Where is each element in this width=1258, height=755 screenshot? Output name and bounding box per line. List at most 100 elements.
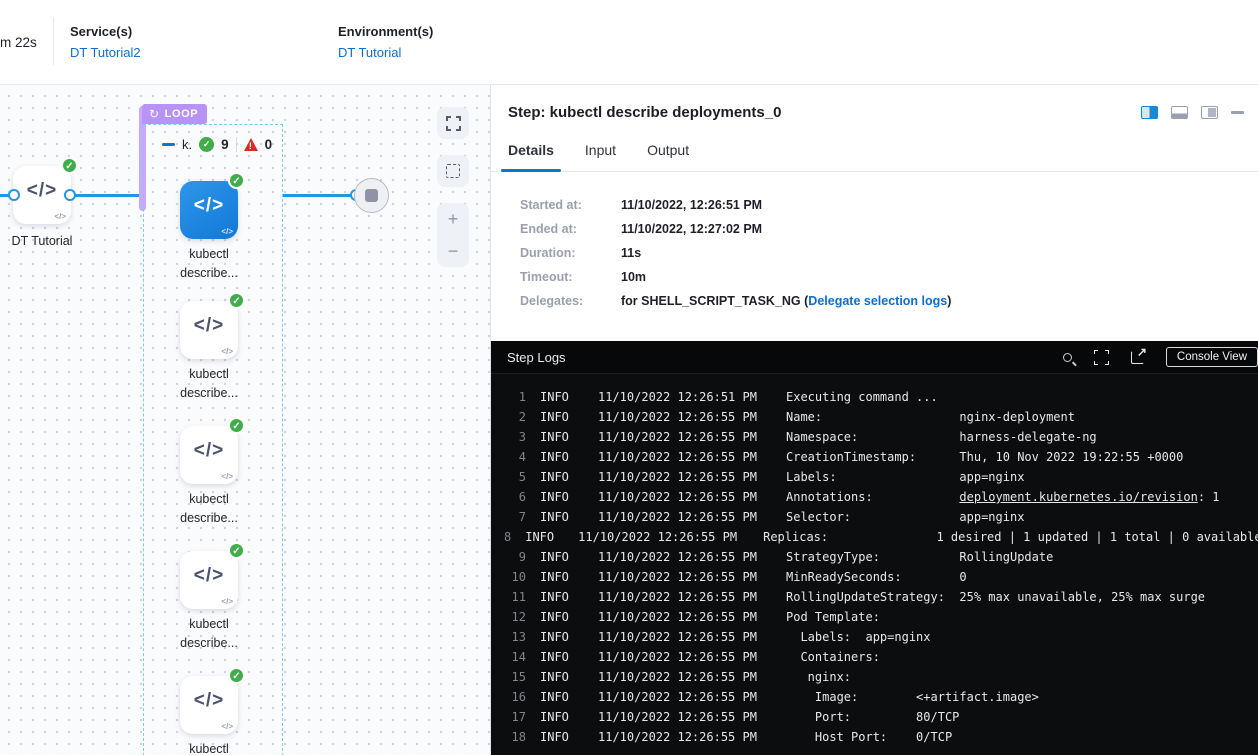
panel-title: Step: kubectl describe deployments_0 <box>508 104 781 121</box>
step-node-label-line: kubectl <box>148 740 270 755</box>
log-line-number: 4 <box>504 447 526 467</box>
log-message: MinReadySeconds: 0 <box>786 567 967 587</box>
success-count: 9 <box>221 137 229 152</box>
log-line: 16INFO11/10/2022 12:26:55 PM Image: <+ar… <box>491 687 1258 707</box>
fullscreen-logs-icon[interactable] <box>1094 350 1109 365</box>
log-line-number: 12 <box>504 607 526 627</box>
code-mini-icon: </> <box>221 472 233 481</box>
step-node-kubectl-describe[interactable]: </></> <box>180 676 238 734</box>
tab-details[interactable]: Details <box>508 142 554 171</box>
detail-label: Started at: <box>520 198 621 212</box>
environments-link[interactable]: DT Tutorial <box>338 45 433 60</box>
log-annotation-link[interactable]: deployment.kubernetes.io/revision <box>959 490 1197 504</box>
log-line: 2INFO11/10/2022 12:26:55 PMName: nginx-d… <box>491 407 1258 427</box>
step-node-kubectl-describe[interactable]: </></> <box>180 551 238 609</box>
pipeline-canvas[interactable]: </> </> ✓ DT Tutorial ↻ LOOP k. ✓ 9 0 </… <box>0 84 490 755</box>
search-logs-icon[interactable] <box>1063 353 1072 362</box>
log-message: Host Port: 0/TCP <box>786 727 952 747</box>
log-line-number: 9 <box>504 547 526 567</box>
zoom-out-button[interactable]: − <box>437 235 469 267</box>
log-line-number: 2 <box>504 407 526 427</box>
success-badge-icon: ✓ <box>228 417 245 434</box>
bottom-view-icon[interactable] <box>1171 106 1188 119</box>
log-line: 8INFO11/10/2022 12:26:55 PMReplicas: 1 d… <box>491 527 1258 547</box>
minimize-panel-icon[interactable] <box>1231 111 1244 114</box>
marquee-select-button[interactable] <box>437 155 469 187</box>
delegate-selection-logs-link[interactable]: Delegate selection logs <box>808 294 947 308</box>
log-line: 10INFO11/10/2022 12:26:55 PMMinReadySeco… <box>491 567 1258 587</box>
log-timestamp: 11/10/2022 12:26:55 PM <box>598 547 760 567</box>
log-level: INFO <box>540 427 574 447</box>
log-level: INFO <box>540 387 574 407</box>
services-summary: Service(s) DT Tutorial2 <box>70 24 141 60</box>
step-node-label-line: describe... <box>148 384 270 403</box>
detail-row: Started at:11/10/2022, 12:26:51 PM <box>520 198 1258 212</box>
log-line-number: 5 <box>504 467 526 487</box>
log-timestamp: 11/10/2022 12:26:55 PM <box>598 727 760 747</box>
loop-badge: ↻ LOOP <box>142 104 207 124</box>
code-icon: </> <box>13 180 71 202</box>
log-line-number: 10 <box>504 567 526 587</box>
connector-dot <box>64 189 76 201</box>
log-timestamp: 11/10/2022 12:26:55 PM <box>598 587 760 607</box>
detail-row: Timeout:10m <box>520 270 1258 284</box>
error-count-icon <box>244 138 258 151</box>
open-in-new-icon[interactable] <box>1131 351 1144 364</box>
detail-value: 11/10/2022, 12:26:51 PM <box>621 198 762 212</box>
log-timestamp: 11/10/2022 12:26:55 PM <box>578 527 737 547</box>
tab-input[interactable]: Input <box>585 142 616 171</box>
log-line-number: 14 <box>504 647 526 667</box>
split-view-icon[interactable] <box>1141 106 1158 119</box>
log-timestamp: 11/10/2022 12:26:55 PM <box>598 467 760 487</box>
detail-label: Delegates: <box>520 294 621 308</box>
step-node-label: DT Tutorial <box>0 232 103 251</box>
step-logs-section: Step Logs Console View 1INFO11/10/2022 1… <box>491 341 1258 755</box>
detail-value: 10m <box>621 270 646 284</box>
success-count-icon: ✓ <box>199 137 214 152</box>
success-badge-icon: ✓ <box>228 667 245 684</box>
step-details: Started at:11/10/2022, 12:26:51 PMEnded … <box>491 172 1258 308</box>
fit-view-button[interactable] <box>437 107 469 139</box>
log-level: INFO <box>540 587 574 607</box>
log-timestamp: 11/10/2022 12:26:55 PM <box>598 647 760 667</box>
step-node-label-line: kubectl <box>148 245 270 264</box>
log-level: INFO <box>540 467 574 487</box>
log-console[interactable]: 1INFO11/10/2022 12:26:51 PMExecuting com… <box>491 374 1258 755</box>
loop-group-header: k. ✓ 9 0 <box>162 137 272 152</box>
step-node-label: kubectl <box>148 740 270 755</box>
step-node-kubectl-describe[interactable]: </></> <box>180 301 238 359</box>
log-timestamp: 11/10/2022 12:26:55 PM <box>598 487 760 507</box>
log-level: INFO <box>540 607 574 627</box>
log-level: INFO <box>540 487 574 507</box>
zoom-in-button[interactable]: + <box>437 203 469 235</box>
stop-node[interactable] <box>354 178 389 213</box>
step-node-label-line: kubectl <box>148 615 270 634</box>
code-icon: </> <box>180 315 238 337</box>
services-label: Service(s) <box>70 24 141 39</box>
log-level: INFO <box>540 567 574 587</box>
log-message: Selector: app=nginx <box>786 507 1024 527</box>
step-node-dt-tutorial[interactable]: </> </> <box>13 166 71 224</box>
stop-icon <box>365 189 378 202</box>
success-badge-icon: ✓ <box>228 542 245 559</box>
code-icon: </> <box>180 440 238 462</box>
collapse-group-button[interactable] <box>162 143 175 146</box>
right-view-icon[interactable] <box>1201 106 1218 119</box>
detail-row: Duration:11s <box>520 246 1258 260</box>
fit-view-icon <box>446 116 461 131</box>
log-level: INFO <box>540 687 574 707</box>
step-node-label: kubectldescribe... <box>148 365 270 403</box>
log-line: 1INFO11/10/2022 12:26:51 PMExecuting com… <box>491 387 1258 407</box>
log-timestamp: 11/10/2022 12:26:55 PM <box>598 507 760 527</box>
step-node-kubectl-describe[interactable]: </></> <box>180 181 238 239</box>
log-level: INFO <box>540 627 574 647</box>
log-line-number: 1 <box>504 387 526 407</box>
tab-output[interactable]: Output <box>647 142 689 171</box>
step-node-kubectl-describe[interactable]: </> </> <box>180 426 238 484</box>
log-line-number: 11 <box>504 587 526 607</box>
services-link[interactable]: DT Tutorial2 <box>70 45 141 60</box>
step-node-label-line: kubectl <box>148 365 270 384</box>
console-view-button[interactable]: Console View <box>1166 347 1258 367</box>
log-timestamp: 11/10/2022 12:26:55 PM <box>598 607 760 627</box>
log-line: 14INFO11/10/2022 12:26:55 PM Containers: <box>491 647 1258 667</box>
